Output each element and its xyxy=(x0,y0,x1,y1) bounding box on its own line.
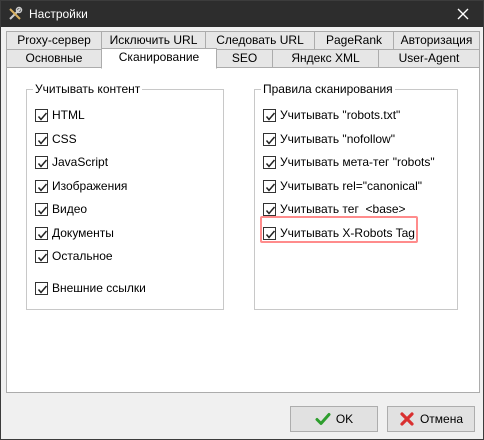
checkbox-html[interactable]: HTML xyxy=(35,106,85,124)
tab-user-agent[interactable]: User-Agent xyxy=(378,49,480,68)
checkbox-box xyxy=(263,155,276,169)
checkbox-canonical[interactable]: Учитывать rel="canonical" xyxy=(263,177,422,195)
check-icon xyxy=(37,112,48,121)
tools-icon xyxy=(9,6,23,20)
check-icon xyxy=(37,136,48,145)
check-icon xyxy=(265,183,276,192)
tab-yandex-xml[interactable]: Яндекс XML xyxy=(272,49,379,68)
settings-window: Настройки Proxy-сервер Исключить URL Сле… xyxy=(0,0,484,440)
cross-icon xyxy=(400,412,414,426)
checkbox-box xyxy=(35,132,48,146)
check-icon xyxy=(265,136,276,145)
checkbox-box xyxy=(35,155,48,169)
window-title: Настройки xyxy=(29,7,88,21)
tab-main[interactable]: Основные xyxy=(6,49,102,68)
tab-seo[interactable]: SEO xyxy=(216,49,273,68)
tab-strip: Proxy-сервер Исключить URL Следовать URL… xyxy=(6,31,480,69)
checkbox-javascript[interactable]: JavaScript xyxy=(35,153,108,171)
check-icon xyxy=(37,253,48,262)
checkbox-label: Учитывать "robots.txt" xyxy=(280,108,401,122)
checkbox-label: Учитывать мета-тег "robots" xyxy=(280,155,435,169)
checkbox-label: Учитывать тег <base> xyxy=(280,202,406,216)
checkbox-label: CSS xyxy=(52,132,77,146)
cancel-label: Отмена xyxy=(419,412,464,426)
checkbox-label: Остальное xyxy=(52,249,113,263)
checkbox-box xyxy=(263,108,276,122)
checkbox-other[interactable]: Остальное xyxy=(35,247,113,265)
scanning-panel: Учитывать контент HTML CSS JavaScript Из… xyxy=(6,67,480,393)
check-icon xyxy=(37,230,48,239)
close-icon xyxy=(457,8,469,20)
checkbox-label: Видео xyxy=(52,202,88,216)
checkbox-label: Внешние ссылки xyxy=(52,281,146,295)
check-icon xyxy=(37,206,48,215)
checkbox-box xyxy=(35,108,48,122)
checkbox-label: Учитывать rel="canonical" xyxy=(280,179,422,193)
tab-follow-url[interactable]: Следовать URL xyxy=(205,31,315,50)
checkbox-box xyxy=(263,132,276,146)
ok-label: OK xyxy=(335,412,354,426)
checkbox-external-links[interactable]: Внешние ссылки xyxy=(35,279,146,297)
x-robots-highlight xyxy=(260,216,418,243)
check-icon xyxy=(37,159,48,168)
checkbox-images[interactable]: Изображения xyxy=(35,177,127,195)
checkbox-meta-robots[interactable]: Учитывать мета-тег "robots" xyxy=(263,153,435,171)
checkbox-css[interactable]: CSS xyxy=(35,130,77,148)
tab-authorization[interactable]: Авторизация xyxy=(393,31,480,50)
check-icon xyxy=(37,285,48,294)
check-icon xyxy=(265,159,276,168)
checkbox-label: Изображения xyxy=(52,179,128,193)
checkbox-box xyxy=(35,202,48,216)
checkbox-video[interactable]: Видео xyxy=(35,200,87,218)
title-bar: Настройки xyxy=(1,1,483,27)
cancel-button[interactable]: Отмена xyxy=(387,406,475,432)
tab-scanning[interactable]: Сканирование xyxy=(101,48,217,69)
ok-button[interactable]: OK xyxy=(290,406,378,432)
content-group: Учитывать контент HTML CSS JavaScript Из… xyxy=(26,82,224,310)
checkbox-box xyxy=(35,226,48,240)
rules-group: Правила сканирования Учитывать "robots.t… xyxy=(254,82,458,310)
close-button[interactable] xyxy=(443,1,483,27)
checkbox-box xyxy=(263,202,276,216)
check-icon xyxy=(37,183,48,192)
rules-group-title: Правила сканирования xyxy=(261,82,395,96)
checkbox-label: Учитывать "nofollow" xyxy=(280,132,395,146)
checkbox-label: Документы xyxy=(52,226,114,240)
content-group-title: Учитывать контент xyxy=(33,82,143,96)
checkbox-box xyxy=(35,249,48,263)
tab-pagerank[interactable]: PageRank xyxy=(314,31,394,50)
checkbox-nofollow[interactable]: Учитывать "nofollow" xyxy=(263,130,395,148)
checkbox-label: JavaScript xyxy=(52,155,109,169)
check-icon xyxy=(265,206,276,215)
tab-proxy[interactable]: Proxy-сервер xyxy=(6,31,102,50)
checkbox-documents[interactable]: Документы xyxy=(35,224,114,242)
checkbox-box xyxy=(35,179,48,193)
checkmark-icon xyxy=(315,413,331,425)
checkbox-box xyxy=(35,281,48,295)
checkbox-label: HTML xyxy=(52,108,85,122)
check-icon xyxy=(265,112,276,121)
checkbox-box xyxy=(263,179,276,193)
checkbox-robots-txt[interactable]: Учитывать "robots.txt" xyxy=(263,106,400,124)
